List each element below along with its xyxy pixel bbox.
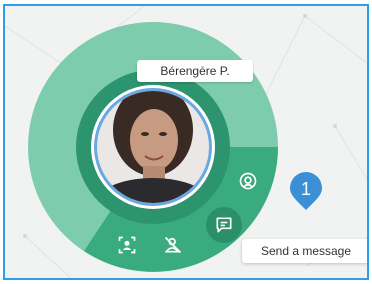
user-card-icon — [118, 236, 136, 254]
contact-name-label: Bérengère P. — [137, 60, 253, 82]
chat-bubble-icon — [216, 217, 232, 233]
send-message-button[interactable] — [206, 207, 242, 243]
onboarding-step-number: 1 — [300, 179, 311, 199]
onboarding-step-badge[interactable]: 1 — [286, 172, 326, 212]
profile-button[interactable] — [112, 230, 142, 260]
contact-radial-menu-panel: Bérengère P. 1 Send a message — [3, 4, 369, 280]
remove-contact-button[interactable] — [158, 230, 188, 260]
call-button[interactable] — [233, 166, 263, 196]
at-sign-icon — [239, 172, 257, 190]
send-message-tooltip: Send a message — [242, 239, 367, 263]
person-off-icon — [164, 236, 182, 254]
